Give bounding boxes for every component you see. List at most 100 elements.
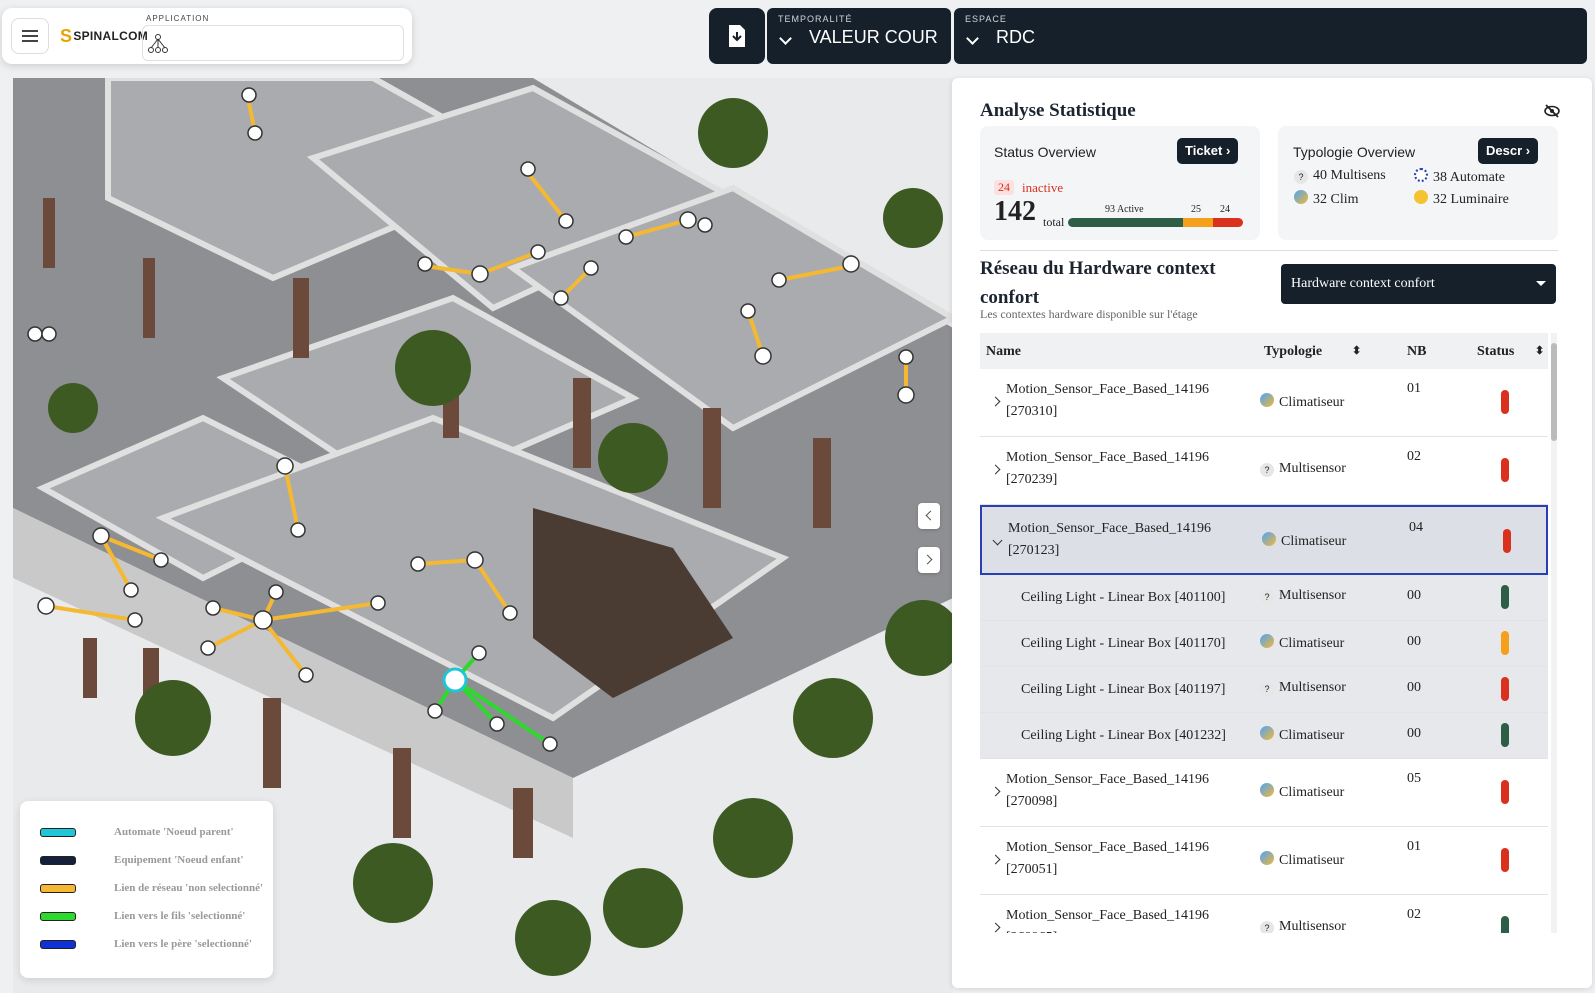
row-typologie: ? Multisensor	[1260, 461, 1346, 477]
chevron-down-icon[interactable]	[992, 535, 1003, 546]
expand-panel-button[interactable]	[918, 547, 940, 573]
row-name: Motion_Sensor_Face_Based_14196 [270098]	[1006, 772, 1209, 809]
scrollbar-thumb[interactable]	[1551, 343, 1557, 441]
application-selector[interactable]	[142, 25, 404, 61]
row-nb: 04	[1409, 520, 1423, 535]
child-table-row[interactable]: Ceiling Light - Linear Box [401170] Clima…	[980, 621, 1548, 667]
chevron-right-icon[interactable]	[990, 396, 1001, 407]
table-row[interactable]: Motion_Sensor_Face_Based_14196 [270239] ? M…	[980, 437, 1548, 505]
logo: SSPINALCOM	[60, 26, 149, 46]
question-icon: ?	[1260, 463, 1274, 477]
espace-label: ESPACE	[965, 14, 1007, 24]
status-indicator	[1501, 390, 1509, 414]
clim-icon	[1260, 783, 1274, 797]
row-nb: 00	[1407, 634, 1421, 649]
row-nb: 05	[1407, 771, 1421, 786]
row-name: Ceiling Light - Linear Box [401197]	[1021, 682, 1226, 697]
chevron-right-icon[interactable]	[990, 922, 1001, 933]
sort-icon[interactable]: ⬍	[1535, 344, 1544, 357]
temporalite-value: VALEUR COUR	[809, 27, 938, 47]
gear-icon	[1414, 168, 1428, 182]
status-indicator	[1501, 677, 1509, 701]
question-icon: ?	[1260, 590, 1274, 604]
inactive-bar-label: 24	[1220, 204, 1230, 215]
col-status-header[interactable]: Status	[1477, 344, 1514, 360]
status-indicator	[1501, 723, 1509, 747]
file-download-icon	[729, 25, 745, 47]
table-row[interactable]: Motion_Sensor_Face_Based_14196[269965] ?M…	[980, 895, 1548, 933]
inactive-count-badge: 24	[994, 180, 1014, 195]
clim-icon	[1262, 532, 1276, 546]
table-row[interactable]: Motion_Sensor_Face_Based_14196 [270123] Cl…	[980, 505, 1548, 575]
ticket-button[interactable]: Ticket ›	[1177, 138, 1239, 164]
typologie-label: 32 Luminaire	[1433, 192, 1509, 207]
child-table-row[interactable]: Ceiling Light - Linear Box [401197] ? Mult…	[980, 667, 1548, 713]
table-row[interactable]: Motion_Sensor_Face_Based_14196 [270310] Cl…	[980, 369, 1548, 437]
row-nb: 00	[1407, 726, 1421, 741]
network-title: Réseau du Hardware context confort	[980, 258, 1216, 308]
typologie-item: ? 40 Multisens	[1294, 168, 1386, 184]
legend-swatch	[40, 940, 76, 949]
eye-slash-icon[interactable]	[1544, 104, 1560, 118]
temporalite-selector[interactable]: TEMPORALITÉ VALEUR COUR	[767, 8, 951, 64]
menu-button[interactable]	[11, 18, 49, 54]
app-header: SSPINALCOM APPLICATION	[2, 8, 412, 64]
row-name: Motion_Sensor_Face_Based_14196 [270239]	[1006, 450, 1209, 487]
legend-label: Equipement 'Noeud enfant'	[114, 854, 244, 866]
table-row[interactable]: Motion_Sensor_Face_Based_14196 [270098] Cl…	[980, 759, 1548, 827]
col-name-header[interactable]: Name	[986, 344, 1021, 360]
legend-swatch	[40, 828, 76, 837]
status-indicator	[1501, 631, 1509, 655]
row-nb: 00	[1407, 680, 1421, 695]
row-name: Ceiling Light - Linear Box [401100]	[1021, 590, 1226, 605]
panel-title: Analyse Statistique	[980, 100, 1136, 121]
row-name: Ceiling Light - Linear Box [401170]	[1021, 636, 1226, 651]
export-file-button[interactable]	[709, 8, 765, 64]
status-indicator	[1503, 529, 1511, 553]
inactive-bar-segment	[1213, 218, 1243, 227]
status-progress-bar	[1068, 218, 1243, 227]
chevron-right-icon[interactable]	[990, 854, 1001, 865]
network-tree-icon	[148, 34, 168, 53]
descr-button[interactable]: Descr ›	[1478, 138, 1539, 164]
table-row[interactable]: Motion_Sensor_Face_Based_14196 [270051] Cl…	[980, 827, 1548, 895]
child-table-row[interactable]: Ceiling Light - Linear Box [401232] Clima…	[980, 713, 1548, 759]
map-legend: Automate 'Noeud parent' Equipement 'Noeu…	[20, 801, 273, 978]
question-icon: ?	[1260, 682, 1274, 696]
child-table-row[interactable]: Ceiling Light - Linear Box [401100] ? Mult…	[980, 575, 1548, 621]
legend-swatch	[40, 912, 76, 921]
status-overview-title: Status Overview	[994, 144, 1096, 160]
col-nb-header[interactable]: NB	[1407, 344, 1426, 360]
typologie-label: 38 Automate	[1433, 170, 1505, 185]
chevron-right-icon[interactable]	[990, 786, 1001, 797]
typologie-item: 38 Automate	[1414, 168, 1505, 186]
col-typologie-header[interactable]: Typologie	[1264, 344, 1322, 360]
chevron-right-icon[interactable]	[990, 464, 1001, 475]
descr-button-label: Descr	[1486, 143, 1523, 158]
row-nb: 02	[1407, 907, 1421, 922]
status-overview-card: Status Overview Ticket › 24 inactive 142…	[980, 126, 1260, 240]
row-typologie: Climatiseur	[1260, 634, 1344, 652]
hardware-context-select[interactable]: Hardware context confort	[1281, 264, 1556, 304]
clim-icon	[1294, 190, 1308, 204]
network-subtitle: Les contextes hardware disponible sur l'…	[980, 307, 1198, 321]
bulb-icon	[1414, 190, 1428, 204]
row-typologie: ? Multisensor	[1260, 588, 1346, 604]
hamburger-icon	[22, 30, 38, 42]
collapse-panel-button[interactable]	[918, 503, 940, 529]
dropdown-arrow-icon	[1536, 281, 1546, 286]
total-label: total	[1043, 215, 1065, 229]
inactive-label: inactive	[1022, 180, 1064, 195]
application-label: APPLICATION	[146, 14, 210, 23]
typologie-label: 32 Clim	[1313, 192, 1359, 207]
chevron-down-icon	[779, 32, 792, 45]
clim-icon	[1260, 393, 1274, 407]
clim-icon	[1260, 726, 1274, 740]
espace-selector[interactable]: ESPACE RDC	[954, 8, 1587, 64]
legend-label: Automate 'Noeud parent'	[114, 826, 234, 838]
table-scrollbar[interactable]	[1551, 333, 1557, 933]
sort-icon[interactable]: ⬍	[1352, 344, 1361, 357]
legend-swatch	[40, 856, 76, 865]
row-typologie: Climatiseur	[1260, 783, 1344, 801]
status-indicator	[1501, 780, 1509, 804]
